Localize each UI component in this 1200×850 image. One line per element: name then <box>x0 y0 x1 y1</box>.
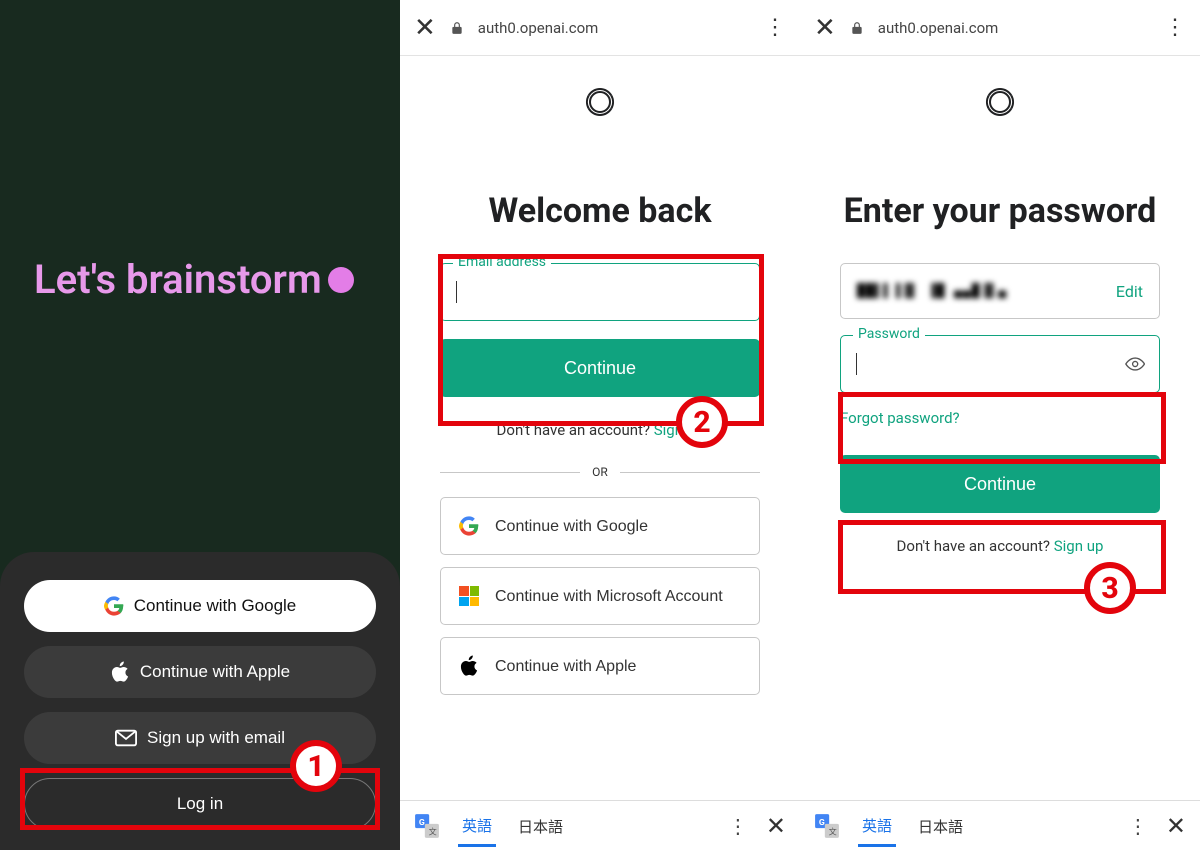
openai-logo-icon <box>980 82 1020 122</box>
browser-menu-icon[interactable]: ⋮ <box>1164 15 1186 40</box>
divider-line <box>440 472 580 473</box>
close-icon[interactable]: ✕ <box>814 13 836 43</box>
step-badge-3: 3 <box>1084 562 1136 614</box>
welcome-back-panel: ✕ auth0.openai.com ⋮ Welcome back Email … <box>400 0 800 850</box>
google-social-label: Continue with Google <box>495 517 648 536</box>
form-content: Email address Continue Don't have an acc… <box>400 263 800 707</box>
microsoft-icon <box>459 586 479 606</box>
continue-with-microsoft-button[interactable]: Continue with Microsoft Account <box>440 567 760 625</box>
browser-url-bar: ✕ auth0.openai.com ⋮ <box>800 0 1200 56</box>
step-badge-2: 2 <box>676 396 728 448</box>
apple-icon <box>459 655 479 677</box>
continue-with-apple-button[interactable]: Continue with Apple <box>24 646 376 698</box>
google-button-label: Continue with Google <box>134 596 297 616</box>
url-text: auth0.openai.com <box>478 19 750 37</box>
svg-text:G: G <box>819 817 825 827</box>
no-account-text: Don't have an account? <box>897 537 1050 555</box>
tagline: Let's brainstorm <box>0 256 400 303</box>
signup-link[interactable]: Sign up <box>1054 537 1104 555</box>
continue-button[interactable]: Continue <box>840 455 1160 513</box>
app-intro-panel: Let's brainstorm Continue with Google Co… <box>0 0 400 850</box>
translate-close-icon[interactable]: ✕ <box>766 812 786 840</box>
translate-menu-icon[interactable]: ⋮ <box>1128 814 1148 838</box>
divider-line <box>620 472 760 473</box>
url-text: auth0.openai.com <box>878 19 1150 37</box>
signup-prompt: Don't have an account? Sign up <box>840 537 1160 555</box>
email-label: Email address <box>453 254 551 270</box>
close-icon[interactable]: ✕ <box>414 13 436 43</box>
translate-close-icon[interactable]: ✕ <box>1166 812 1186 840</box>
password-field[interactable]: Password <box>840 335 1160 393</box>
logo-wrap <box>800 82 1200 122</box>
translate-menu-icon[interactable]: ⋮ <box>728 814 748 838</box>
svg-text:文: 文 <box>829 826 837 836</box>
continue-with-google-button[interactable]: Continue with Google <box>440 497 760 555</box>
google-translate-icon: G文 <box>414 813 440 839</box>
page-heading: Welcome back <box>400 192 800 231</box>
lock-icon <box>850 20 864 36</box>
no-account-text: Don't have an account? <box>497 421 650 439</box>
translate-tab-english[interactable]: 英語 <box>458 805 496 847</box>
or-divider: OR <box>440 465 760 479</box>
email-redacted: ██▌▌▐▐▌ ▐█ ▄▄█▐▌▄ <box>857 284 1007 299</box>
form-content: ██▌▌▐▐▌ ▐█ ▄▄█▐▌▄ Edit Password Forgot p… <box>800 263 1200 555</box>
translate-bar: G文 英語 日本語 ⋮ ✕ <box>400 800 800 850</box>
show-password-icon[interactable] <box>1125 353 1145 375</box>
apple-icon <box>110 661 130 683</box>
tagline-dot-icon <box>328 267 354 293</box>
password-label: Password <box>853 326 925 342</box>
browser-url-bar: ✕ auth0.openai.com ⋮ <box>400 0 800 56</box>
translate-tab-japanese[interactable]: 日本語 <box>914 806 967 845</box>
translate-tab-japanese[interactable]: 日本語 <box>514 806 567 845</box>
forgot-password-link[interactable]: Forgot password? <box>840 409 960 427</box>
logo-wrap <box>400 82 800 122</box>
openai-logo-icon <box>580 82 620 122</box>
svg-text:文: 文 <box>429 826 437 836</box>
google-translate-icon: G文 <box>814 813 840 839</box>
mail-icon <box>115 729 137 747</box>
step-badge-1: 1 <box>290 740 342 792</box>
google-icon <box>104 596 124 616</box>
svg-text:G: G <box>419 817 425 827</box>
auth-options-sheet: Continue with Google Continue with Apple… <box>0 552 400 850</box>
browser-menu-icon[interactable]: ⋮ <box>764 15 786 40</box>
password-input[interactable] <box>857 355 1125 373</box>
translate-tab-english[interactable]: 英語 <box>858 805 896 847</box>
google-icon <box>459 516 479 536</box>
continue-button[interactable]: Continue <box>440 339 760 397</box>
email-input[interactable] <box>457 283 745 301</box>
apple-button-label: Continue with Apple <box>140 662 290 682</box>
lock-icon <box>450 20 464 36</box>
microsoft-social-label: Continue with Microsoft Account <box>495 587 723 606</box>
edit-email-link[interactable]: Edit <box>1116 282 1143 301</box>
login-button-label: Log in <box>177 794 223 814</box>
email-field[interactable]: Email address <box>440 263 760 321</box>
page-heading: Enter your password <box>800 192 1200 231</box>
apple-social-label: Continue with Apple <box>495 657 636 676</box>
translate-bar: G文 英語 日本語 ⋮ ✕ <box>800 800 1200 850</box>
or-text: OR <box>592 465 608 479</box>
continue-with-google-button[interactable]: Continue with Google <box>24 580 376 632</box>
email-button-label: Sign up with email <box>147 728 285 748</box>
tagline-text: Let's brainstorm <box>34 256 322 303</box>
enter-password-panel: ✕ auth0.openai.com ⋮ Enter your password… <box>800 0 1200 850</box>
continue-with-apple-button[interactable]: Continue with Apple <box>440 637 760 695</box>
email-readonly-row: ██▌▌▐▐▌ ▐█ ▄▄█▐▌▄ Edit <box>840 263 1160 319</box>
